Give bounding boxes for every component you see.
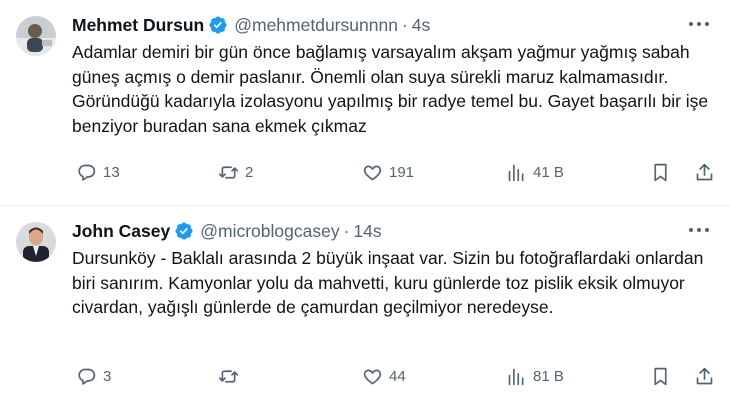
heart-icon: [363, 369, 382, 384]
like-button[interactable]: 191: [362, 162, 414, 183]
share-icon: [696, 367, 713, 384]
bookmark-button[interactable]: [650, 162, 671, 183]
author-handle[interactable]: @microblogcasey: [200, 221, 339, 242]
reply-count: 13: [103, 163, 120, 181]
more-options-icon[interactable]: [686, 220, 712, 240]
avatar[interactable]: [16, 16, 56, 56]
tweet[interactable]: John Casey @microblogcasey · 14s Dursunk…: [0, 206, 730, 420]
verified-badge-icon: [209, 16, 227, 34]
views-button[interactable]: 41 B: [506, 162, 564, 183]
view-count: 81 B: [533, 367, 564, 385]
share-button[interactable]: [694, 162, 715, 183]
like-count: 44: [389, 367, 406, 385]
avatar-photo-icon: [16, 222, 56, 262]
views-button[interactable]: 81 B: [506, 366, 564, 387]
bookmark-button[interactable]: [650, 366, 671, 387]
author-handle[interactable]: @mehmetdursunnnn: [234, 15, 398, 36]
tweet-header: Mehmet Dursun @mehmetdursunnnn · 4s: [72, 12, 714, 38]
views-chart-icon: [508, 368, 524, 385]
view-count: 41 B: [533, 163, 564, 181]
verified-badge-icon: [175, 222, 193, 240]
like-count: 191: [389, 163, 415, 181]
tweet-text: Dursunköy - Baklalı arasında 2 büyük inş…: [72, 248, 704, 317]
retweet-button[interactable]: 2: [218, 162, 253, 183]
avatar[interactable]: [16, 222, 56, 262]
tweet-text: Adamlar demiri bir gün önce bağlamış var…: [72, 42, 709, 136]
tweet-timestamp[interactable]: 4s: [412, 15, 430, 36]
tweet[interactable]: Mehmet Dursun @mehmetdursunnnn · 4s Adam…: [0, 0, 730, 206]
tweet-actions: 3 44 81 B: [72, 362, 714, 390]
separator-dot: ·: [401, 14, 408, 35]
tweet-timestamp[interactable]: 14s: [353, 221, 381, 242]
views-chart-icon: [508, 164, 524, 181]
tweet-header: John Casey @microblogcasey · 14s: [72, 218, 714, 244]
reply-button[interactable]: 3: [76, 366, 111, 387]
retweet-icon: [218, 165, 239, 179]
retweet-count: 2: [245, 163, 254, 181]
heart-icon: [363, 165, 382, 180]
bookmark-icon: [654, 367, 667, 385]
author-name[interactable]: Mehmet Dursun: [72, 15, 204, 36]
separator-dot: ·: [343, 220, 350, 241]
reply-count: 3: [103, 367, 112, 385]
author-name[interactable]: John Casey: [72, 221, 170, 242]
tweet-actions: 13 2 191 41 B: [72, 158, 714, 186]
reply-icon: [78, 164, 96, 181]
avatar-column: [16, 218, 60, 420]
more-options-icon[interactable]: [686, 14, 712, 34]
tweet-feed: Mehmet Dursun @mehmetdursunnnn · 4s Adam…: [0, 0, 730, 420]
avatar-photo-icon: [16, 16, 56, 56]
share-icon: [696, 163, 713, 180]
like-button[interactable]: 44: [362, 366, 406, 387]
retweet-icon: [218, 369, 239, 383]
retweet-button[interactable]: [218, 366, 245, 387]
share-button[interactable]: [694, 366, 715, 387]
avatar-column: [16, 12, 60, 205]
bookmark-icon: [654, 163, 667, 181]
reply-icon: [78, 368, 96, 385]
reply-button[interactable]: 13: [76, 162, 120, 183]
